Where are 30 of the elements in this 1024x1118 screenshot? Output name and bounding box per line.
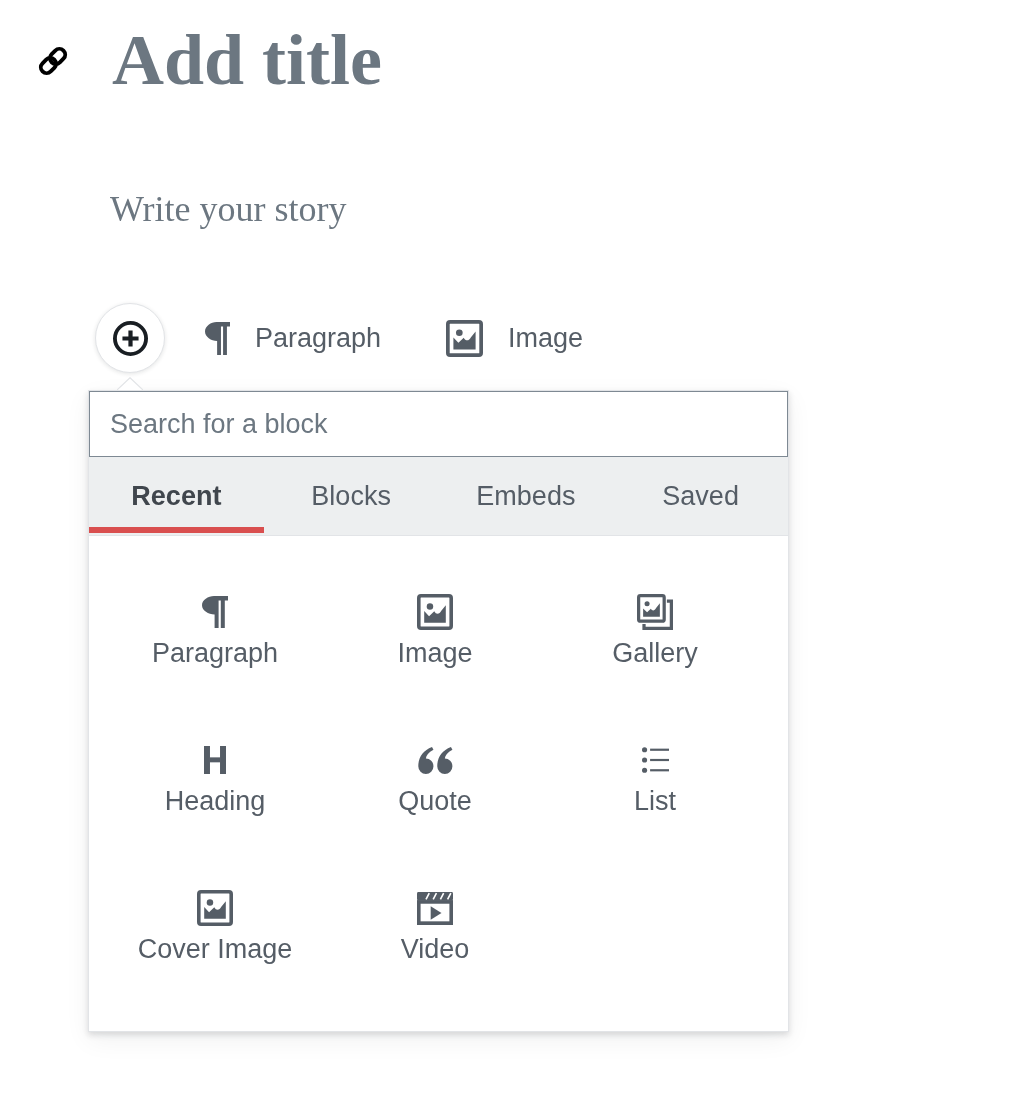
heading-icon: [204, 746, 226, 774]
block-item[interactable]: Paragraph: [105, 582, 325, 681]
block-item[interactable]: List: [545, 730, 765, 829]
block-item[interactable]: Cover Image: [105, 878, 325, 977]
block-item[interactable]: Quote: [325, 730, 545, 829]
gallery-icon: [637, 594, 673, 630]
link-icon[interactable]: [36, 44, 70, 78]
list-icon: [641, 747, 669, 773]
block-item[interactable]: Heading: [105, 730, 325, 829]
block-item[interactable]: Image: [325, 582, 545, 681]
body-field[interactable]: Write your story: [110, 187, 347, 231]
image-icon: [197, 890, 233, 926]
video-icon: [417, 891, 453, 925]
add-block-button[interactable]: [95, 303, 165, 373]
block-item[interactable]: Gallery: [545, 582, 765, 681]
tab[interactable]: Recent: [89, 457, 264, 533]
pilcrow-icon: [202, 596, 228, 628]
block-button[interactable]: Paragraph: [193, 313, 394, 363]
block-item[interactable]: Video: [325, 878, 545, 977]
title-field[interactable]: Add title: [112, 17, 382, 103]
tab[interactable]: Saved: [613, 457, 788, 533]
tab[interactable]: Blocks: [263, 457, 439, 533]
quote-icon: [417, 746, 453, 774]
plus-circle-icon: [112, 320, 148, 356]
block-button[interactable]: Image: [434, 311, 596, 365]
image-icon: [446, 319, 484, 357]
search-field[interactable]: Search for a block: [89, 391, 788, 457]
pilcrow-icon: [205, 321, 230, 355]
image-icon: [417, 594, 453, 630]
tab[interactable]: Embeds: [438, 457, 614, 533]
